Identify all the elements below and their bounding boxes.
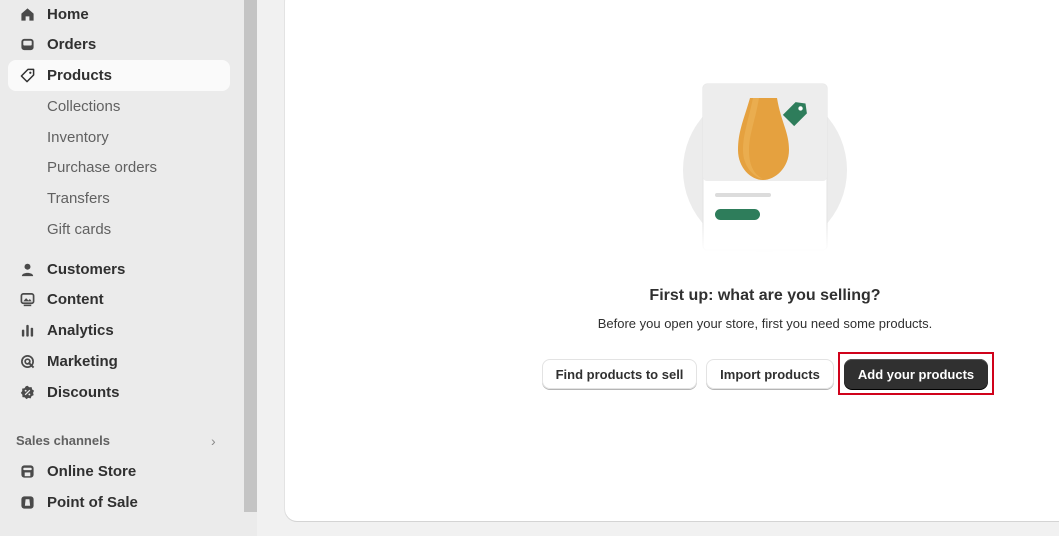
sidebar-item-orders[interactable]: Orders [8,29,230,60]
sidebar-item-home[interactable]: Home [8,0,230,30]
sidebar-scrollbar[interactable] [244,0,257,512]
chevron-right-icon[interactable]: › [211,433,216,449]
sidebar-item-label: Point of Sale [47,494,138,511]
sidebar-item-label: Products [47,67,113,84]
image-icon [19,292,35,308]
sidebar-item-label: Orders [47,36,97,53]
sidebar-item-products[interactable]: Products [8,60,230,91]
highlight-box [838,352,994,395]
pos-icon [19,495,35,511]
products-empty-state-card [285,0,1059,521]
sidebar-subitem-collections[interactable]: Collections [47,98,120,115]
find-products-button[interactable]: Find products to sell [542,359,697,389]
sidebar-item-marketing[interactable]: Marketing [8,346,230,377]
sales-channels-heading[interactable]: Sales channels [16,433,110,448]
sidebar-item-content[interactable]: Content [8,284,230,315]
inbox-icon [19,37,35,53]
import-products-button[interactable]: Import products [706,359,834,389]
sidebar-subitem-inventory[interactable]: Inventory [47,129,109,146]
sidebar-subitem-transfers[interactable]: Transfers [47,190,110,207]
sidebar-subitem-gift-cards[interactable]: Gift cards [47,221,111,238]
tag-icon [19,68,35,84]
sidebar-item-customers[interactable]: Customers [8,254,230,285]
sidebar-item-label: Online Store [47,463,137,480]
bar-chart-icon [19,323,35,339]
sidebar-item-label: Home [47,6,89,23]
person-icon [19,262,35,278]
sidebar-item-label: Customers [47,261,126,278]
empty-state-subtitle: Before you open your store, first you ne… [597,316,933,331]
store-icon [19,464,35,480]
sidebar-item-online-store[interactable]: Online Store [8,456,230,487]
empty-state-title: First up: what are you selling? [649,287,881,304]
sidebar-item-point-of-sale[interactable]: Point of Sale [8,487,230,518]
sidebar-item-discounts[interactable]: Discounts [8,377,230,408]
target-icon [19,354,35,370]
product-illustration [683,82,848,252]
discount-icon [19,385,35,401]
sidebar-item-label: Marketing [47,353,118,370]
sidebar: Home Orders Products Collections Invento… [0,0,244,536]
sidebar-item-label: Analytics [47,322,114,339]
sidebar-subitem-purchase-orders[interactable]: Purchase orders [47,159,157,176]
sidebar-scrollbar-track [244,512,257,536]
home-icon [19,7,35,23]
sidebar-item-label: Discounts [47,384,120,401]
sidebar-item-analytics[interactable]: Analytics [8,315,230,346]
sidebar-item-label: Content [47,291,104,308]
